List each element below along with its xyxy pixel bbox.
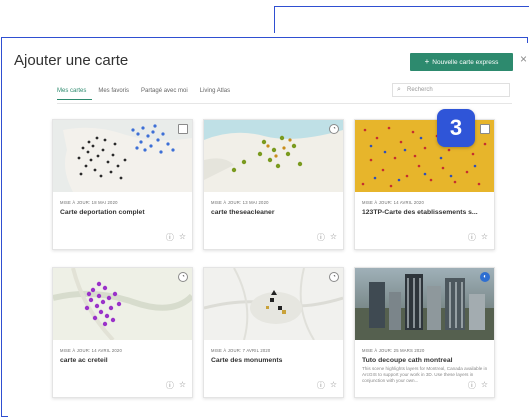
map-thumbnail <box>53 120 192 192</box>
map-type-icon: ◔ <box>329 124 339 134</box>
card-title: carte theseacleaner <box>211 209 275 216</box>
card-date: MISE À JOUR: 14 AVRIL 2020 <box>362 200 424 205</box>
card-date: MISE À JOUR: 18 MAI 2020 <box>60 200 118 205</box>
search-placeholder: Recherch <box>407 87 433 93</box>
info-icon[interactable]: ⓘ <box>468 380 476 391</box>
tab-living-atlas[interactable]: Living Atlas <box>194 88 236 100</box>
info-icon[interactable]: ⓘ <box>317 380 325 391</box>
card-actions: ⓘ ☆ <box>317 380 337 391</box>
star-icon[interactable]: ☆ <box>481 380 488 391</box>
info-icon[interactable]: ⓘ <box>166 232 174 243</box>
star-icon[interactable]: ☆ <box>330 232 337 243</box>
map-card[interactable]: ◔ MISE À JOUR: 14 AVRIL 2020 carte ac cr… <box>52 267 193 398</box>
globe-icon: ◐ <box>480 272 490 282</box>
map-thumbnail: ◔ <box>204 268 343 340</box>
card-title: Carte des monuments <box>211 357 283 364</box>
card-actions: ⓘ ☆ <box>317 232 337 243</box>
card-title: carte ac creteil <box>60 357 108 364</box>
map-type-icon: ◔ <box>329 272 339 282</box>
search-input[interactable]: ⌕ Recherch <box>392 83 510 97</box>
card-title: Carte deportation complet <box>60 209 145 216</box>
add-map-dialog: Ajouter une carte + Nouvelle carte expre… <box>8 43 529 417</box>
card-date: MISE À JOUR: 14 AVRIL 2020 <box>60 348 122 353</box>
card-title: 123TP-Carte des etablissements s... <box>362 209 478 216</box>
search-icon: ⌕ <box>397 86 401 93</box>
new-express-map-button[interactable]: + Nouvelle carte express <box>410 53 513 71</box>
info-icon[interactable]: ⓘ <box>166 380 174 391</box>
card-actions: ⓘ ☆ <box>468 380 488 391</box>
step-badge: 3 <box>437 109 475 147</box>
card-actions: ⓘ ☆ <box>166 232 186 243</box>
map-card[interactable]: ◔ MISE À JOUR: 13 MAI 2020 carte theseac… <box>203 119 344 250</box>
map-thumbnail: ◔ <box>53 268 192 340</box>
tab-partage[interactable]: Partagé avec moi <box>135 88 194 100</box>
dialog-title: Ajouter une carte <box>14 52 129 69</box>
map-type-icon <box>178 124 188 134</box>
card-date: MISE À JOUR: 7 AVRIL 2020 <box>211 348 271 353</box>
close-icon[interactable]: × <box>520 52 527 66</box>
card-date: MISE À JOUR: 13 MAI 2020 <box>211 200 269 205</box>
card-actions: ⓘ ☆ <box>166 380 186 391</box>
map-type-icon <box>480 124 490 134</box>
tab-mes-cartes[interactable]: Mes cartes <box>57 88 93 100</box>
tab-bar: Mes cartes Mes favoris Partagé avec moi … <box>57 88 236 100</box>
card-title: Tuto decoupe cath montreal <box>362 357 453 364</box>
tab-mes-favoris[interactable]: Mes favoris <box>92 88 135 100</box>
star-icon[interactable]: ☆ <box>179 380 186 391</box>
tabs-divider <box>57 103 512 104</box>
new-express-map-label: Nouvelle carte express <box>432 58 499 66</box>
highlight-frame-top <box>274 6 529 33</box>
card-actions: ⓘ ☆ <box>468 232 488 243</box>
info-icon[interactable]: ⓘ <box>468 232 476 243</box>
map-card[interactable]: ◔ MISE À JOUR: 7 AVRIL 2020 Carte des mo… <box>203 267 344 398</box>
plus-icon: + <box>424 57 430 66</box>
map-card[interactable]: ◐ MISE À JOUR: 25 MARS 2020 Tuto decoupe… <box>354 267 495 398</box>
star-icon[interactable]: ☆ <box>330 380 337 391</box>
map-card[interactable]: MISE À JOUR: 18 MAI 2020 Carte deportati… <box>52 119 193 250</box>
info-icon[interactable]: ⓘ <box>317 232 325 243</box>
map-type-icon: ◔ <box>178 272 188 282</box>
star-icon[interactable]: ☆ <box>179 232 186 243</box>
star-icon[interactable]: ☆ <box>481 232 488 243</box>
card-date: MISE À JOUR: 25 MARS 2020 <box>362 348 425 353</box>
map-thumbnail: ◔ <box>204 120 343 192</box>
map-thumbnail: ◐ <box>355 268 494 340</box>
